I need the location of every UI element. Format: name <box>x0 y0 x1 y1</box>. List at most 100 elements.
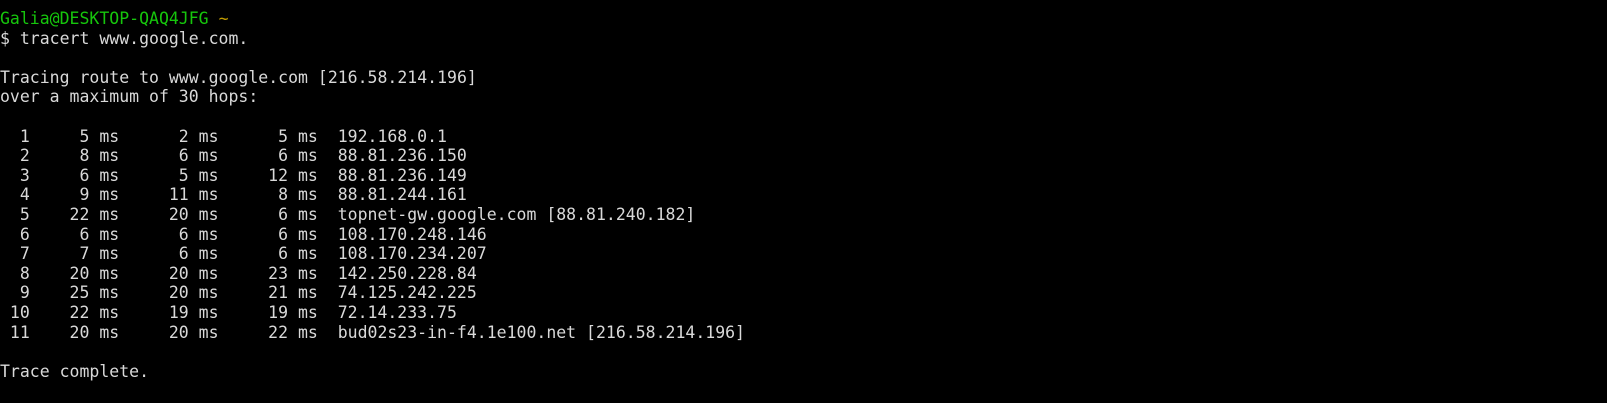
hop-rtt-unit: ms <box>297 165 318 185</box>
hop-row: 3 6 ms 5 ms 12 ms 88.81.236.149 <box>0 166 1607 186</box>
hop-rtt-t2: 20 <box>168 283 189 303</box>
hop-rtt-unit: ms <box>198 185 219 205</box>
prompt-symbol: $ <box>0 28 10 48</box>
hop-rtt-t3: 5 <box>278 126 289 146</box>
hop-list: 1 5 ms 2 ms 5 ms 192.168.0.1 2 8 ms 6 ms 6 ms 88.81.236… <box>0 127 1607 343</box>
trace-header-line-1: Tracing route to www.google.com [216.58.… <box>0 67 477 87</box>
hop-rtt-t2: 20 <box>168 204 189 224</box>
command-line: $ tracert www.google.com. <box>0 29 1607 49</box>
hop-rtt-t1: 9 <box>79 185 90 205</box>
hop-rtt-t1: 22 <box>69 302 90 322</box>
trace-header-line-2: over a maximum of 30 hops: <box>0 87 259 107</box>
hop-rtt-unit: ms <box>198 224 219 244</box>
hop-rtt-unit: ms <box>198 302 219 322</box>
hop-rtt-t1: 6 <box>79 165 90 185</box>
hop-rtt-t1: 8 <box>79 146 90 166</box>
hop-rtt-unit: ms <box>198 322 219 342</box>
hop-rtt-t3: 21 <box>268 283 289 303</box>
hop-rtt-t3: 23 <box>268 263 289 283</box>
hop-rtt-unit: ms <box>99 283 120 303</box>
hop-host: 142.250.228.84 <box>337 263 477 283</box>
hop-rtt-t1: 5 <box>79 126 90 146</box>
terminal-window[interactable]: Galia@DESKTOP-QAQ4JFG ~ $ tracert www.go… <box>0 0 1607 403</box>
hop-host: 74.125.242.225 <box>337 283 477 303</box>
hop-host: 88.81.236.149 <box>337 165 467 185</box>
hop-number: 10 <box>9 302 30 322</box>
hop-rtt-unit: ms <box>99 126 120 146</box>
hop-rtt-t2: 19 <box>168 302 189 322</box>
hop-number: 11 <box>9 322 30 342</box>
hop-rtt-t3: 6 <box>278 224 289 244</box>
hop-rtt-t3: 6 <box>278 244 289 264</box>
hop-rtt-unit: ms <box>99 146 120 166</box>
hop-rtt-t1: 7 <box>79 244 90 264</box>
hop-row: 2 8 ms 6 ms 6 ms 88.81.236.150 <box>0 146 1607 166</box>
hop-rtt-unit: ms <box>198 244 219 264</box>
hop-rtt-unit: ms <box>99 165 120 185</box>
hop-rtt-t3: 12 <box>268 165 289 185</box>
hop-rtt-t1: 6 <box>79 224 90 244</box>
hop-rtt-unit: ms <box>297 244 318 264</box>
trace-footer: Trace complete. <box>0 361 150 381</box>
hop-rtt-unit: ms <box>297 263 318 283</box>
hop-number: 1 <box>19 126 30 146</box>
hop-rtt-unit: ms <box>198 283 219 303</box>
hop-rtt-t2: 11 <box>168 185 189 205</box>
hop-rtt-t3: 8 <box>278 185 289 205</box>
hop-rtt-unit: ms <box>99 263 120 283</box>
hop-number: 9 <box>19 283 30 303</box>
hop-rtt-unit: ms <box>297 322 318 342</box>
hop-number: 4 <box>19 185 30 205</box>
hop-number: 7 <box>19 244 30 264</box>
hop-rtt-unit: ms <box>99 224 120 244</box>
hop-rtt-t2: 20 <box>168 263 189 283</box>
hop-rtt-t3: 19 <box>268 302 289 322</box>
hop-host: 72.14.233.75 <box>337 302 457 322</box>
hop-rtt-t2: 6 <box>178 244 189 264</box>
hop-rtt-unit: ms <box>297 146 318 166</box>
hop-rtt-unit: ms <box>297 302 318 322</box>
hop-rtt-t3: 22 <box>268 322 289 342</box>
hop-rtt-t1: 22 <box>69 204 90 224</box>
hop-row: 8 20 ms 20 ms 23 ms 142.250.228.84 <box>0 264 1607 284</box>
hop-number: 3 <box>19 165 30 185</box>
hop-number: 8 <box>19 263 30 283</box>
hop-row: 4 9 ms 11 ms 8 ms 88.81.244.161 <box>0 185 1607 205</box>
hop-rtt-t1: 25 <box>69 283 90 303</box>
hop-rtt-unit: ms <box>198 204 219 224</box>
hop-host: bud02s23-in-f4.1e100.net [216.58.214.196… <box>337 322 745 342</box>
hop-host: 88.81.236.150 <box>337 146 467 166</box>
hop-row: 11 20 ms 20 ms 22 ms bud02s23-in-f4.1e100.net [… <box>0 323 1607 343</box>
hop-rtt-unit: ms <box>198 126 219 146</box>
hop-rtt-t2: 5 <box>178 165 189 185</box>
hop-host: 108.170.234.207 <box>337 244 487 264</box>
hop-host: topnet-gw.google.com [88.81.240.182] <box>337 204 696 224</box>
hop-rtt-t1: 20 <box>69 322 90 342</box>
hop-number: 2 <box>19 146 30 166</box>
hop-rtt-unit: ms <box>297 283 318 303</box>
hop-rtt-unit: ms <box>297 185 318 205</box>
hop-row: 1 5 ms 2 ms 5 ms 192.168.0.1 <box>0 127 1607 147</box>
hop-rtt-unit: ms <box>198 263 219 283</box>
hop-rtt-unit: ms <box>198 146 219 166</box>
hop-rtt-t1: 20 <box>69 263 90 283</box>
hop-rtt-t3: 6 <box>278 204 289 224</box>
hop-row: 7 7 ms 6 ms 6 ms 108.170.234.207 <box>0 244 1607 264</box>
hop-rtt-unit: ms <box>297 126 318 146</box>
prompt-line: Galia@DESKTOP-QAQ4JFG ~ <box>0 9 1607 29</box>
hop-rtt-unit: ms <box>99 185 120 205</box>
hop-rtt-unit: ms <box>99 322 120 342</box>
hop-row: 5 22 ms 20 ms 6 ms topnet-gw.google.com [88.81.… <box>0 205 1607 225</box>
hop-rtt-unit: ms <box>99 302 120 322</box>
prompt-user-host: Galia@DESKTOP-QAQ4JFG <box>0 9 209 28</box>
hop-host: 108.170.248.146 <box>337 224 487 244</box>
hop-rtt-unit: ms <box>99 204 120 224</box>
hop-rtt-unit: ms <box>297 204 318 224</box>
hop-rtt-unit: ms <box>297 224 318 244</box>
hop-host: 88.81.244.161 <box>337 185 467 205</box>
hop-rtt-unit: ms <box>198 165 219 185</box>
hop-rtt-t3: 6 <box>278 146 289 166</box>
